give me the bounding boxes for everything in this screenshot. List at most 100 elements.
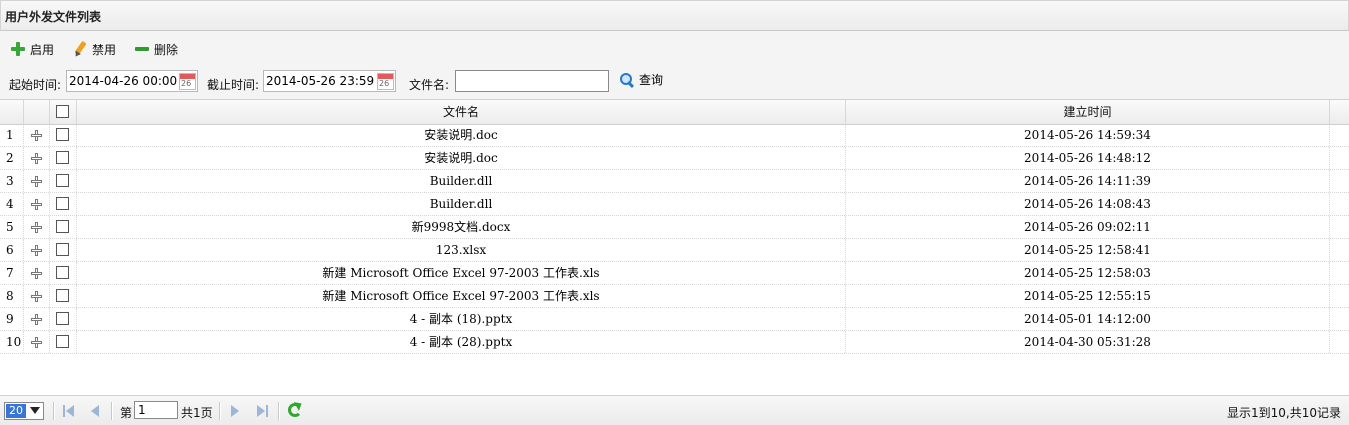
- expand-cell[interactable]: [24, 331, 50, 353]
- row-number: 3: [0, 170, 24, 192]
- select-all-checkbox[interactable]: [56, 105, 69, 118]
- expand-icon[interactable]: [31, 245, 42, 256]
- expand-icon[interactable]: [31, 314, 42, 325]
- table-row[interactable]: 8 新建 Microsoft Office Excel 97-2003 工作表.…: [0, 285, 1349, 308]
- expand-cell[interactable]: [24, 285, 50, 307]
- row-checkbox[interactable]: [56, 243, 69, 256]
- expand-icon[interactable]: [31, 222, 42, 233]
- check-cell[interactable]: [50, 193, 77, 215]
- row-checkbox[interactable]: [56, 174, 69, 187]
- table-row[interactable]: 2 安装说明.doc 2014-05-26 14:48:12: [0, 147, 1349, 170]
- row-checkbox[interactable]: [56, 289, 69, 302]
- start-time-input[interactable]: 2014-04-26 00:00:00 26: [66, 70, 198, 92]
- expand-cell[interactable]: [24, 262, 50, 284]
- expand-cell[interactable]: [24, 308, 50, 330]
- row-number: 1: [0, 124, 24, 146]
- grid-header: 文件名 建立时间: [0, 99, 1349, 125]
- filename-input[interactable]: [455, 70, 609, 92]
- expand-icon[interactable]: [31, 130, 42, 141]
- table-row[interactable]: 3 Builder.dll 2014-05-26 14:11:39: [0, 170, 1349, 193]
- filename-cell: 123.xlsx: [77, 239, 846, 261]
- expand-cell[interactable]: [24, 193, 50, 215]
- search-label: 查询: [639, 73, 664, 87]
- header-filename[interactable]: 文件名: [77, 100, 846, 124]
- page-size-value: 20: [6, 404, 26, 418]
- chevron-down-icon: [30, 407, 40, 414]
- created-cell: 2014-05-01 14:12:00: [846, 308, 1330, 330]
- header-check: [50, 100, 77, 124]
- expand-icon[interactable]: [31, 337, 42, 348]
- row-checkbox[interactable]: [56, 312, 69, 325]
- check-cell[interactable]: [50, 216, 77, 238]
- end-time-input[interactable]: 2014-05-26 23:59:59 26: [263, 70, 396, 92]
- enable-button[interactable]: 启用: [10, 39, 54, 59]
- expand-icon[interactable]: [31, 199, 42, 210]
- pager-separator: [53, 402, 55, 420]
- expand-icon[interactable]: [31, 153, 42, 164]
- page-total: 共1页: [181, 406, 213, 420]
- expand-icon[interactable]: [31, 268, 42, 279]
- page-number-input[interactable]: 1: [134, 401, 178, 419]
- filename-label: 文件名:: [409, 78, 450, 92]
- created-cell: 2014-05-25 12:58:03: [846, 262, 1330, 284]
- row-checkbox[interactable]: [56, 220, 69, 233]
- enable-label: 启用: [30, 42, 55, 57]
- row-checkbox[interactable]: [56, 197, 69, 210]
- calendar-icon[interactable]: 26: [179, 73, 196, 90]
- expand-cell[interactable]: [24, 124, 50, 146]
- filename-cell: 4 - 副本 (28).pptx: [77, 331, 846, 353]
- table-row[interactable]: 9 4 - 副本 (18).pptx 2014-05-01 14:12:00: [0, 308, 1349, 331]
- disable-button[interactable]: 禁用: [72, 39, 116, 59]
- header-rownum: [0, 100, 24, 124]
- row-number: 2: [0, 147, 24, 169]
- check-cell[interactable]: [50, 239, 77, 261]
- first-page-icon[interactable]: [63, 405, 75, 417]
- filename-cell: 新9998文档.docx: [77, 216, 846, 238]
- search-button[interactable]: 查询: [619, 71, 663, 88]
- page-prefix: 第: [120, 406, 133, 420]
- table-row[interactable]: 5 新9998文档.docx 2014-05-26 09:02:11: [0, 216, 1349, 239]
- refresh-icon[interactable]: [288, 403, 302, 417]
- check-cell[interactable]: [50, 285, 77, 307]
- created-cell: 2014-05-26 14:59:34: [846, 124, 1330, 146]
- table-row[interactable]: 10 4 - 副本 (28).pptx 2014-04-30 05:31:28: [0, 331, 1349, 354]
- row-checkbox[interactable]: [56, 335, 69, 348]
- table-row[interactable]: 1 安装说明.doc 2014-05-26 14:59:34: [0, 124, 1349, 147]
- prev-page-icon[interactable]: [88, 405, 100, 417]
- created-cell: 2014-04-30 05:31:28: [846, 331, 1330, 353]
- next-page-icon[interactable]: [230, 405, 242, 417]
- expand-icon[interactable]: [31, 176, 42, 187]
- filename-cell: Builder.dll: [77, 170, 846, 192]
- created-cell: 2014-05-26 14:48:12: [846, 147, 1330, 169]
- table-row[interactable]: 4 Builder.dll 2014-05-26 14:08:43: [0, 193, 1349, 216]
- check-cell[interactable]: [50, 308, 77, 330]
- row-checkbox[interactable]: [56, 151, 69, 164]
- check-cell[interactable]: [50, 147, 77, 169]
- minus-icon: [134, 41, 150, 57]
- created-cell: 2014-05-25 12:58:41: [846, 239, 1330, 261]
- header-created[interactable]: 建立时间: [846, 100, 1330, 124]
- expand-cell[interactable]: [24, 147, 50, 169]
- pager-separator: [278, 402, 280, 420]
- page-size-select[interactable]: 20: [4, 402, 44, 420]
- expand-cell[interactable]: [24, 239, 50, 261]
- row-number: 7: [0, 262, 24, 284]
- filename-cell: 安装说明.doc: [77, 147, 846, 169]
- created-cell: 2014-05-26 09:02:11: [846, 216, 1330, 238]
- expand-cell[interactable]: [24, 170, 50, 192]
- row-checkbox[interactable]: [56, 266, 69, 279]
- row-number: 4: [0, 193, 24, 215]
- delete-button[interactable]: 删除: [134, 39, 178, 59]
- last-page-icon[interactable]: [256, 405, 268, 417]
- expand-cell[interactable]: [24, 216, 50, 238]
- expand-icon[interactable]: [31, 291, 42, 302]
- row-checkbox[interactable]: [56, 128, 69, 141]
- calendar-icon[interactable]: 26: [377, 73, 394, 90]
- check-cell[interactable]: [50, 170, 77, 192]
- row-number: 9: [0, 308, 24, 330]
- table-row[interactable]: 7 新建 Microsoft Office Excel 97-2003 工作表.…: [0, 262, 1349, 285]
- check-cell[interactable]: [50, 124, 77, 146]
- check-cell[interactable]: [50, 262, 77, 284]
- table-row[interactable]: 6 123.xlsx 2014-05-25 12:58:41: [0, 239, 1349, 262]
- check-cell[interactable]: [50, 331, 77, 353]
